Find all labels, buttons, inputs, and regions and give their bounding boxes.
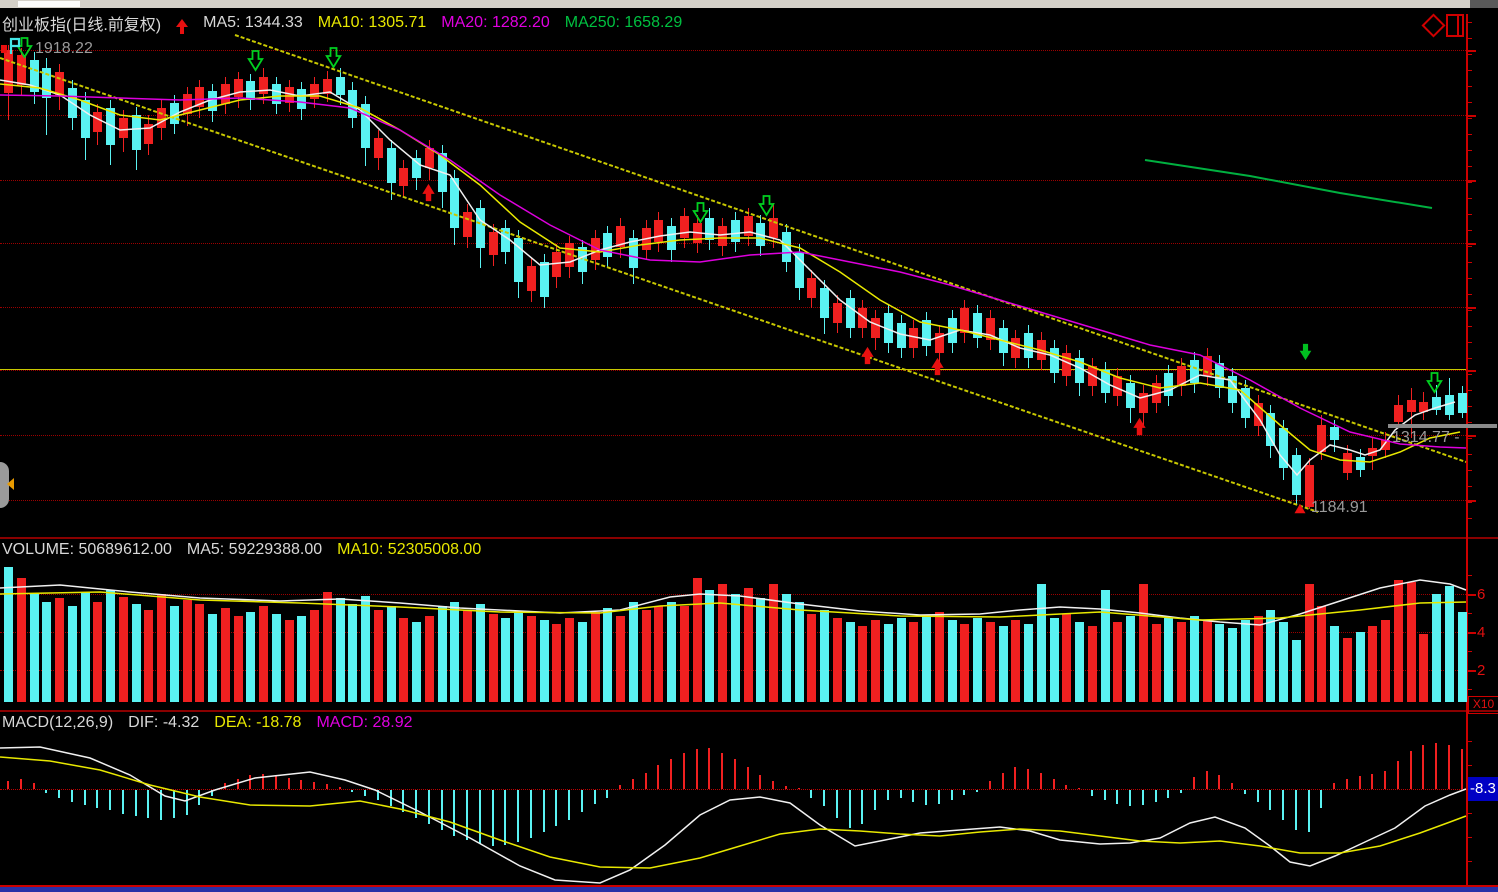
main-axis-minor-tick	[1468, 214, 1472, 215]
volume-axis-tick	[1468, 632, 1476, 634]
main-axis-minor-tick	[1468, 422, 1472, 423]
main-axis-minor-tick	[1468, 310, 1472, 311]
main-axis-minor-tick	[1468, 102, 1472, 103]
main-axis-tick	[1468, 500, 1476, 502]
volume-plot-area[interactable]	[0, 562, 1466, 703]
volume-axis-tick	[1468, 594, 1476, 596]
macd-axis-minor-tick	[1468, 741, 1472, 742]
main-chart-header: 创业板指(日线.前复权) MA5: 1344.33 MA10: 1305.71 …	[2, 11, 682, 35]
ma250-value: MA250: 1658.29	[565, 14, 682, 32]
volume-ma5-value: MA5: 59229388.00	[187, 541, 322, 559]
main-axis-minor-tick	[1468, 22, 1472, 23]
volume-macd-separator	[0, 710, 1498, 712]
last-price-label: 1314.77 -	[1392, 429, 1460, 447]
main-axis-minor-tick	[1468, 86, 1472, 87]
main-axis-tick	[1468, 115, 1476, 117]
main-axis-tick	[1468, 307, 1476, 309]
trend-up-icon	[176, 13, 188, 34]
volume-unit-label: X10	[1473, 697, 1494, 711]
volume-axis-minor-tick	[1468, 613, 1472, 614]
cyan-flag-icon	[9, 38, 21, 55]
macd-axis-minor-tick	[1468, 813, 1472, 814]
volume-unit-box: X10	[1468, 696, 1498, 714]
sidebar-flipper-tab[interactable]	[0, 462, 9, 508]
dea-value: DEA: -18.78	[214, 714, 301, 732]
volume-tick-2: 2	[1477, 662, 1485, 679]
macd-axis-minor-tick	[1468, 837, 1472, 838]
volume-axis-minor-tick	[1468, 575, 1472, 576]
volume-value: VOLUME: 50689612.00	[2, 541, 172, 559]
main-axis-minor-tick	[1468, 246, 1472, 247]
ma10-value: MA10: 1305.71	[318, 14, 427, 32]
macd-plot-area[interactable]	[0, 733, 1466, 885]
main-axis-minor-tick	[1468, 342, 1472, 343]
main-axis-minor-tick	[1468, 470, 1472, 471]
flipper-arrow-icon	[1, 478, 14, 490]
volume-axis-minor-tick	[1468, 689, 1472, 690]
macd-axis-minor-tick	[1468, 861, 1472, 862]
main-axis-minor-tick	[1468, 374, 1472, 375]
main-axis-minor-tick	[1468, 294, 1472, 295]
main-axis-minor-tick	[1468, 358, 1472, 359]
volume-header: VOLUME: 50689612.00 MA5: 59229388.00 MA1…	[2, 541, 481, 559]
main-axis-tick	[1468, 435, 1476, 437]
main-axis-tick	[1468, 180, 1476, 182]
main-axis-minor-tick	[1468, 486, 1472, 487]
ma20-value: MA20: 1282.20	[441, 14, 550, 32]
main-axis-minor-tick	[1468, 118, 1472, 119]
macd-title: MACD(12,26,9)	[2, 714, 113, 732]
right-axis-line	[1466, 14, 1468, 886]
main-axis-minor-tick	[1468, 134, 1472, 135]
ma5-value: MA5: 1344.33	[203, 14, 303, 32]
volume-ma10-value: MA10: 52305008.00	[337, 541, 481, 559]
main-axis-minor-tick	[1468, 438, 1472, 439]
main-axis-minor-tick	[1468, 454, 1472, 455]
main-volume-separator	[0, 537, 1498, 539]
macd-badge-value: -8.3	[1470, 780, 1496, 797]
high-price-label: 1918.22	[35, 40, 93, 58]
main-axis-tick	[1468, 243, 1476, 245]
volume-axis-minor-tick	[1468, 651, 1472, 652]
main-axis-minor-tick	[1468, 166, 1472, 167]
main-axis-tick	[1468, 50, 1476, 52]
main-axis-minor-tick	[1468, 262, 1472, 263]
main-axis-minor-tick	[1468, 150, 1472, 151]
main-axis-minor-tick	[1468, 502, 1472, 503]
volume-tick-4: 4	[1477, 624, 1485, 641]
volume-axis-tick	[1468, 670, 1476, 672]
main-axis-minor-tick	[1468, 518, 1472, 519]
macd-axis-badge: -8.3	[1468, 777, 1498, 801]
instrument-title: 创业板指(日线.前复权)	[2, 11, 161, 35]
main-plot-area[interactable]	[0, 8, 1466, 537]
main-axis-minor-tick	[1468, 278, 1472, 279]
macd-axis-minor-tick	[1468, 765, 1472, 766]
split-window-icon[interactable]	[1446, 14, 1464, 37]
macd-value: MACD: 28.92	[316, 714, 412, 732]
low-price-label: 1184.91	[1311, 499, 1368, 517]
main-axis-minor-tick	[1468, 38, 1472, 39]
main-axis-tick	[1468, 370, 1476, 372]
last-price-bar	[1388, 424, 1497, 428]
volume-tick-6: 6	[1477, 586, 1485, 603]
main-axis-minor-tick	[1468, 406, 1472, 407]
main-axis-minor-tick	[1468, 326, 1472, 327]
macd-header: MACD(12,26,9) DIF: -4.32 DEA: -18.78 MAC…	[2, 714, 413, 732]
trading-terminal-screen: 创业板指(日线.前复权) MA5: 1344.33 MA10: 1305.71 …	[0, 0, 1498, 892]
main-axis-minor-tick	[1468, 230, 1472, 231]
mini-red-square-icon	[1, 45, 7, 53]
main-axis-minor-tick	[1468, 54, 1472, 55]
dif-value: DIF: -4.32	[128, 714, 199, 732]
main-axis-minor-tick	[1468, 182, 1472, 183]
date-axis-strip[interactable]	[0, 887, 1498, 892]
main-axis-minor-tick	[1468, 198, 1472, 199]
main-axis-minor-tick	[1468, 390, 1472, 391]
main-axis-minor-tick	[1468, 70, 1472, 71]
